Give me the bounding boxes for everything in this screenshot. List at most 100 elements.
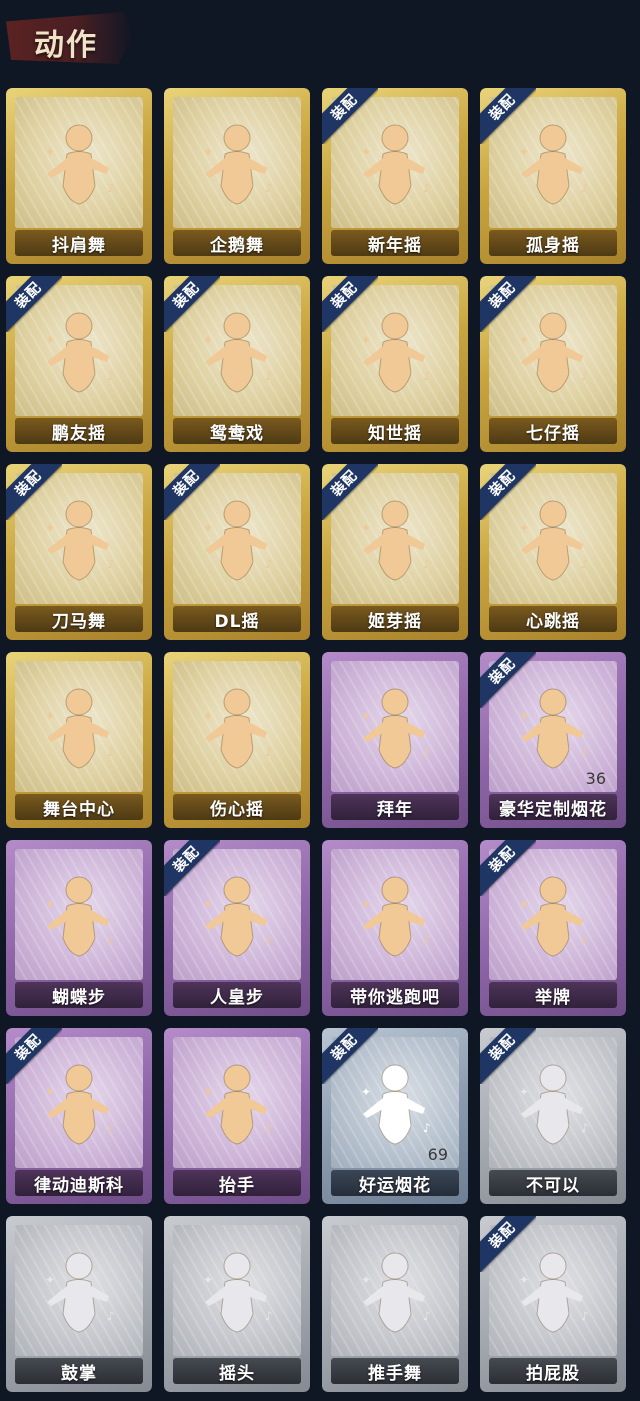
card-label: 拜年 [377,799,413,820]
card-label: 抬手 [219,1175,255,1196]
card-label: 企鹅舞 [210,235,264,256]
card-label-bar: 七仔摇 [489,418,617,444]
emote-card[interactable]: ✦ ♪ 抬手 [164,1028,310,1204]
emote-card[interactable]: ✦ ♪ 舞台中心 [6,652,152,828]
svg-text:✦: ✦ [361,333,371,347]
equipped-ribbon: 装配 [6,1028,62,1084]
svg-text:✦: ✦ [45,1085,55,1099]
card-label: 新年摇 [368,235,422,256]
card-label-bar: 心跳摇 [489,606,617,632]
card-label-bar: 鸳鸯戏 [173,418,301,444]
emote-card[interactable]: ✦ ♪ 新年摇 装配 [322,88,468,264]
emote-card[interactable]: ✦ ♪ 不可以 装配 [480,1028,626,1204]
equipped-label: 装配 [486,1219,519,1252]
item-count: 36 [585,769,606,788]
equipped-ribbon: 装配 [6,276,62,332]
card-label: 拍屁股 [526,1363,580,1384]
equipped-ribbon: 装配 [480,88,536,144]
emote-card[interactable]: ✦ ♪ 鼓掌 [6,1216,152,1392]
svg-text:♪: ♪ [107,369,115,383]
emote-card[interactable]: ✦ ♪ 拍屁股 装配 [480,1216,626,1392]
equipped-badge: 装配 [6,464,62,520]
equipped-ribbon: 装配 [480,1028,536,1084]
equipped-badge: 装配 [480,464,536,520]
svg-text:♪: ♪ [581,933,589,947]
card-label-bar: 新年摇 [331,230,459,256]
emote-card[interactable]: ✦ ♪ 知世摇 装配 [322,276,468,452]
svg-text:♪: ♪ [581,181,589,195]
equipped-badge: 装配 [164,276,220,332]
hand-raise-icon: ✦ ♪ [187,1056,287,1156]
card-label-bar: 孤身摇 [489,230,617,256]
equipped-label: 装配 [12,467,45,500]
svg-text:✦: ✦ [45,897,55,911]
card-label-bar: 好运烟花 [331,1170,459,1196]
emote-card[interactable]: ✦ ♪ 刀马舞 装配 [6,464,152,640]
svg-text:♪: ♪ [265,745,273,759]
card-label: 鸳鸯戏 [210,423,264,444]
dancer-icon: ✦ ♪ [29,116,129,216]
dancer-icon: ✦ ♪ [187,116,287,216]
emote-card[interactable]: ✦ ♪ 姬芽摇 装配 [322,464,468,640]
emote-card[interactable]: ✦ ♪ 人皇步 装配 [164,840,310,1016]
emote-card[interactable]: ✦ ♪ 鸳鸯戏 装配 [164,276,310,452]
card-label: 伤心摇 [210,799,264,820]
svg-text:✦: ✦ [203,709,213,723]
equipped-label: 装配 [486,655,519,688]
equipped-label: 装配 [486,91,519,124]
svg-text:♪: ♪ [423,1309,431,1323]
card-label: 好运烟花 [359,1175,431,1196]
card-label: 豪华定制烟花 [499,799,607,820]
equipped-badge: 装配 [322,1028,378,1084]
equipped-ribbon: 装配 [480,276,536,332]
equipped-label: 装配 [170,843,203,876]
equipped-label: 装配 [486,1031,519,1064]
card-label: 推手舞 [368,1363,422,1384]
card-label-bar: 豪华定制烟花 [489,794,617,820]
equipped-badge: 装配 [322,88,378,144]
equipped-label: 装配 [486,279,519,312]
emote-card[interactable]: ✦ ♪ 摇头 [164,1216,310,1392]
emote-card[interactable]: ✦ ♪ 律动迪斯科 装配 [6,1028,152,1204]
emote-card[interactable]: ✦ ♪ 带你逃跑吧 [322,840,468,1016]
emote-card[interactable]: ✦ ♪ 孤身摇 装配 [480,88,626,264]
emote-card[interactable]: ✦ ♪ 举牌 装配 [480,840,626,1016]
emote-card[interactable]: ✦ ♪ 拜年 [322,652,468,828]
emote-card[interactable]: ✦ ♪ 七仔摇 装配 [480,276,626,452]
emote-card[interactable]: ✦ ♪ 好运烟花 69 装配 [322,1028,468,1204]
svg-text:♪: ♪ [423,369,431,383]
svg-text:✦: ✦ [45,709,55,723]
equipped-label: 装配 [170,279,203,312]
emote-card[interactable]: ✦ ♪ 心跳摇 装配 [480,464,626,640]
svg-text:✦: ✦ [45,333,55,347]
svg-text:✦: ✦ [361,1273,371,1287]
card-label-bar: 带你逃跑吧 [331,982,459,1008]
emote-card[interactable]: ✦ ♪ 鹏友摇 装配 [6,276,152,452]
card-label: 姬芽摇 [368,611,422,632]
card-label: 鹏友摇 [52,423,106,444]
card-label: 心跳摇 [526,611,580,632]
equipped-badge: 装配 [164,464,220,520]
emote-card[interactable]: ✦ ♪ 蝴蝶步 [6,840,152,1016]
svg-text:♪: ♪ [581,557,589,571]
emote-card[interactable]: ✦ ♪ 伤心摇 [164,652,310,828]
emote-card[interactable]: ✦ ♪ 豪华定制烟花 36 装配 [480,652,626,828]
equipped-label: 装配 [12,1031,45,1064]
card-label-bar: 举牌 [489,982,617,1008]
svg-text:✦: ✦ [45,521,55,535]
dancer-icon: ✦ ♪ [345,1244,445,1344]
card-label-bar: 抖肩舞 [15,230,143,256]
equipped-badge: 装配 [6,1028,62,1084]
card-label: 鼓掌 [61,1363,97,1384]
emote-card[interactable]: ✦ ♪ 抖肩舞 [6,88,152,264]
card-label: 抖肩舞 [52,235,106,256]
emote-card[interactable]: ✦ ♪ 企鹅舞 [164,88,310,264]
card-label-bar: DL摇 [173,606,301,632]
card-label-bar: 鹏友摇 [15,418,143,444]
emote-card[interactable]: ✦ ♪ DL摇 装配 [164,464,310,640]
svg-text:✦: ✦ [203,521,213,535]
emote-card[interactable]: ✦ ♪ 推手舞 [322,1216,468,1392]
greeting-icon: ✦ ♪ [345,680,445,780]
equipped-ribbon: 装配 [480,652,536,708]
svg-text:✦: ✦ [519,145,529,159]
